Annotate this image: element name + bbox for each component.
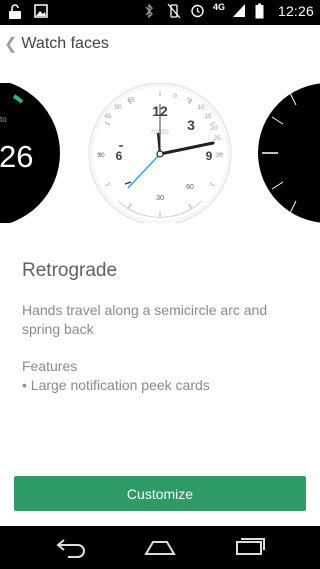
customize-button[interactable]: Customize <box>14 476 306 511</box>
lock-icon <box>8 4 24 20</box>
image-icon <box>34 4 50 20</box>
watch-face-description: Hands travel along a semicircle arc and … <box>22 302 268 337</box>
status-bar: 4G 12:26 <box>0 0 320 25</box>
hour-label-6: 6 <box>116 149 123 163</box>
home-icon[interactable] <box>143 536 177 563</box>
hour-label-9: 9 <box>206 149 213 163</box>
arc-number: 45 <box>104 113 112 120</box>
hour-label-3: 3 <box>187 117 195 133</box>
app-header: ❮ Watch faces <box>0 25 320 63</box>
bluetooth-icon <box>144 3 160 19</box>
bottom-right-label: 60 <box>186 184 194 191</box>
arc-number: 50 <box>114 104 122 111</box>
side-left-label: 30 <box>97 152 105 159</box>
watch-face-retrograde[interactable]: 45 50 55 0 5 10 15 20 25 30 30 12 3 6 9 … <box>88 82 232 226</box>
navigation-bar <box>0 526 320 569</box>
arc-number: 0 <box>173 93 177 100</box>
watch-face-left[interactable]: to 26 <box>0 80 60 226</box>
arc-number: 25 <box>213 135 221 142</box>
left-face-small: to <box>0 115 7 124</box>
arc-number: 55 <box>127 97 135 104</box>
arc-number: 15 <box>204 113 212 120</box>
signal-icon <box>232 3 248 19</box>
network-type: 4G <box>212 2 225 12</box>
left-face-time: 26 <box>0 139 33 174</box>
clock-time: 12:26 <box>277 3 314 19</box>
bottom-label: 30 <box>156 193 164 202</box>
recents-icon[interactable] <box>233 536 267 563</box>
feature-item: • Large notification peek cards <box>22 377 210 393</box>
watch-face-right[interactable] <box>258 83 320 223</box>
watch-face-name: Retrograde <box>22 260 118 281</box>
back-chevron-icon[interactable]: ❮ <box>4 34 17 54</box>
arc-number: 5 <box>187 97 191 104</box>
back-icon[interactable] <box>54 536 88 563</box>
arc-number: 10 <box>197 104 205 111</box>
page-title[interactable]: Watch faces <box>21 35 108 53</box>
arc-number: 20 <box>210 125 218 132</box>
battery-icon <box>255 3 271 19</box>
vibrate-off-icon <box>167 3 183 19</box>
arc-number: 30 <box>215 152 223 159</box>
alarm-icon <box>190 3 206 19</box>
features-heading: Features <box>22 358 78 374</box>
watch-face-carousel[interactable]: to 26 45 50 55 0 5 10 15 20 25 30 30 12 … <box>0 80 320 226</box>
